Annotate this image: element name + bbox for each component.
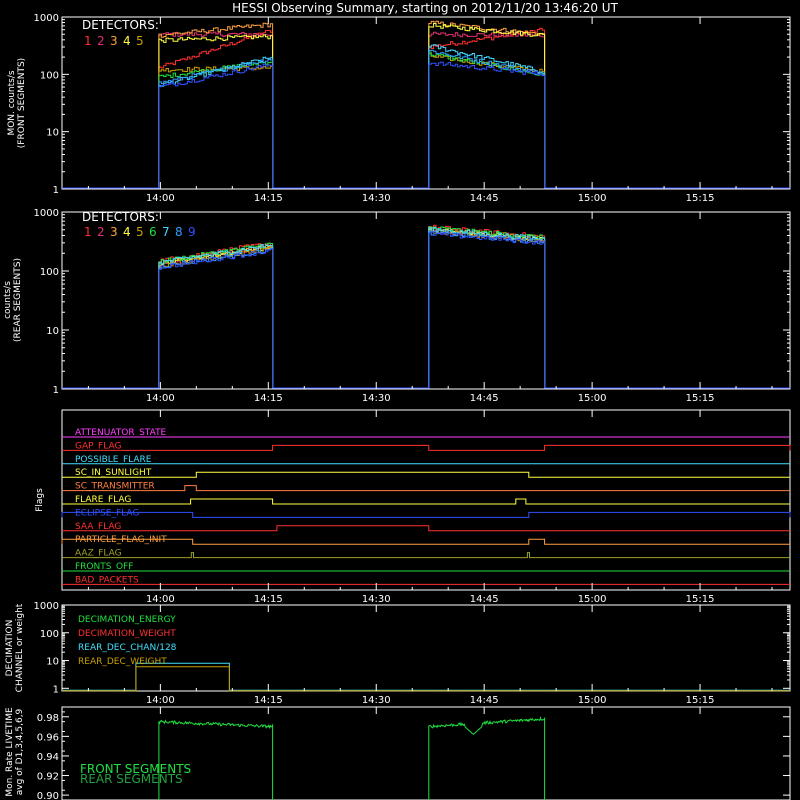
front-ylabel-line2: (FRONT SEGMENTS): [17, 58, 27, 148]
flag-label: SC_IN_SUNLIGHT: [75, 468, 152, 478]
rear-legend-number: 8: [175, 225, 183, 239]
front-xtick-label: 14:45: [470, 193, 499, 204]
decimation-xtick-label: 14:15: [254, 695, 283, 706]
rear-legend-number: 2: [97, 225, 105, 239]
rear-ylabel-line2: (REAR SEGMENTS): [13, 258, 23, 342]
rear-xtick-label: 14:30: [362, 393, 391, 404]
rear-ylabel-line1: counts/s: [3, 281, 13, 319]
flags-xtick-label: 15:15: [686, 594, 715, 605]
flag-label: SAA_FLAG: [75, 522, 121, 532]
figure-title: HESSI Observing Summary, starting on 201…: [232, 1, 618, 15]
flag-label: POSSIBLE_FLARE: [75, 455, 152, 465]
flag-label: GAP_FLAG: [75, 441, 121, 451]
rear-xtick-label: 14:15: [254, 393, 283, 404]
decimation-xtick-label: 14:00: [146, 695, 175, 706]
decimation-ytick-label: 1000: [34, 601, 59, 612]
decimation-xtick-label: 14:30: [362, 695, 391, 706]
flags-xtick-label: 14:45: [470, 594, 499, 605]
livetime-ylabel-line1: Mon. Rate LIVETIME: [5, 707, 15, 797]
livetime-ylabel-line2: avg of D1,3,4,5,6,9: [15, 708, 25, 795]
rear-xtick-label: 15:00: [578, 393, 607, 404]
rear-ytick-label: 10: [46, 326, 59, 337]
flag-label: AAZ_FLAG: [75, 549, 122, 559]
flags-xtick-label: 15:00: [578, 594, 607, 605]
flag-label: SC_TRANSMITTER: [75, 482, 155, 492]
rear-xtick-label: 14:45: [470, 393, 499, 404]
rear-legend-number: 9: [188, 225, 196, 239]
flags-xtick-label: 14:15: [254, 594, 283, 605]
flags-xtick-label: 14:00: [146, 594, 175, 605]
rear-ytick-label: 1000: [34, 208, 59, 219]
decimation-legend-label: REAR_DEC_WEIGHT: [78, 657, 167, 667]
decimation-xtick-label: 15:00: [578, 695, 607, 706]
rear-xtick-label: 14:00: [146, 393, 175, 404]
front-legend-number: 4: [123, 34, 131, 48]
front-legend-title: DETECTORS:: [82, 18, 159, 32]
decimation-ytick-label: 1: [53, 684, 59, 695]
livetime-ytick-label: 0.96: [37, 732, 59, 743]
front-legend-number: 5: [136, 34, 144, 48]
rear-ytick-label: 100: [40, 267, 59, 278]
flag-label: BAD_PACKETS: [75, 575, 139, 585]
livetime-ytick-label: 0.90: [37, 791, 59, 800]
decimation-ylabel-line1: DECIMATION: [5, 620, 15, 677]
decimation-xtick-label: 14:45: [470, 695, 499, 706]
front-ytick-label: 1: [53, 185, 59, 196]
figure-background: [0, 0, 800, 800]
livetime-legend: FRONT SEGMENTSREAR SEGMENTS: [80, 762, 191, 786]
flag-label: PARTICLE_FLAG_INIT: [75, 535, 167, 545]
front-xtick-label: 15:15: [686, 193, 715, 204]
rear-ytick-label: 1: [53, 385, 59, 396]
front-legend-number: 2: [97, 34, 105, 48]
rear-legend-title: DETECTORS:: [82, 210, 159, 224]
front-ytick-label: 1000: [34, 13, 59, 24]
decimation-ytick-label: 10: [46, 657, 59, 668]
decimation-legend-label: DECIMATION_ENERGY: [78, 615, 176, 625]
livetime-ytick-label: 0.98: [37, 713, 59, 724]
decimation-ylabel-line2: CHANNEL or weight: [15, 603, 25, 692]
front-ytick-label: 10: [46, 128, 59, 139]
livetime-ytick-label: 0.92: [37, 772, 59, 783]
flag-label: ATTENUATOR_STATE: [75, 428, 167, 438]
flag-label: ECLIPSE_FLAG: [75, 508, 139, 518]
front-legend-number: 1: [84, 34, 92, 48]
flag-label: FLARE_FLAG: [75, 495, 131, 505]
decimation-legend-label: DECIMATION_WEIGHT: [78, 629, 176, 639]
decimation-xtick-label: 15:15: [686, 695, 715, 706]
livetime-ytick-label: 0.94: [37, 752, 59, 763]
decimation-legend-label: REAR_DEC_CHAN/128: [78, 643, 177, 653]
observing-summary-figure: HESSI Observing Summary, starting on 201…: [0, 0, 800, 800]
rear-legend-numbers: 123456789: [84, 225, 196, 239]
rear-legend-number: 5: [136, 225, 144, 239]
flags-ylabel: Flags: [35, 488, 45, 512]
flags-xtick-label: 14:30: [362, 594, 391, 605]
flag-label: FRONTS_OFF: [75, 562, 133, 572]
front-xtick-label: 14:15: [254, 193, 283, 204]
front-ytick-label: 100: [40, 70, 59, 81]
decimation-ytick-label: 100: [40, 629, 59, 640]
rear-xtick-label: 15:15: [686, 393, 715, 404]
front-ylabel-line1: MON. counts/s: [7, 70, 17, 135]
front-xtick-label: 15:00: [578, 193, 607, 204]
livetime-legend-label: REAR SEGMENTS: [80, 772, 183, 786]
rear-legend-number: 4: [123, 225, 131, 239]
rear-legend-number: 3: [110, 225, 118, 239]
rear-legend-number: 1: [84, 225, 92, 239]
rear-legend-number: 6: [149, 225, 157, 239]
front-legend-number: 3: [110, 34, 118, 48]
front-xtick-label: 14:00: [146, 193, 175, 204]
front-xtick-label: 14:30: [362, 193, 391, 204]
rear-legend-number: 7: [162, 225, 170, 239]
